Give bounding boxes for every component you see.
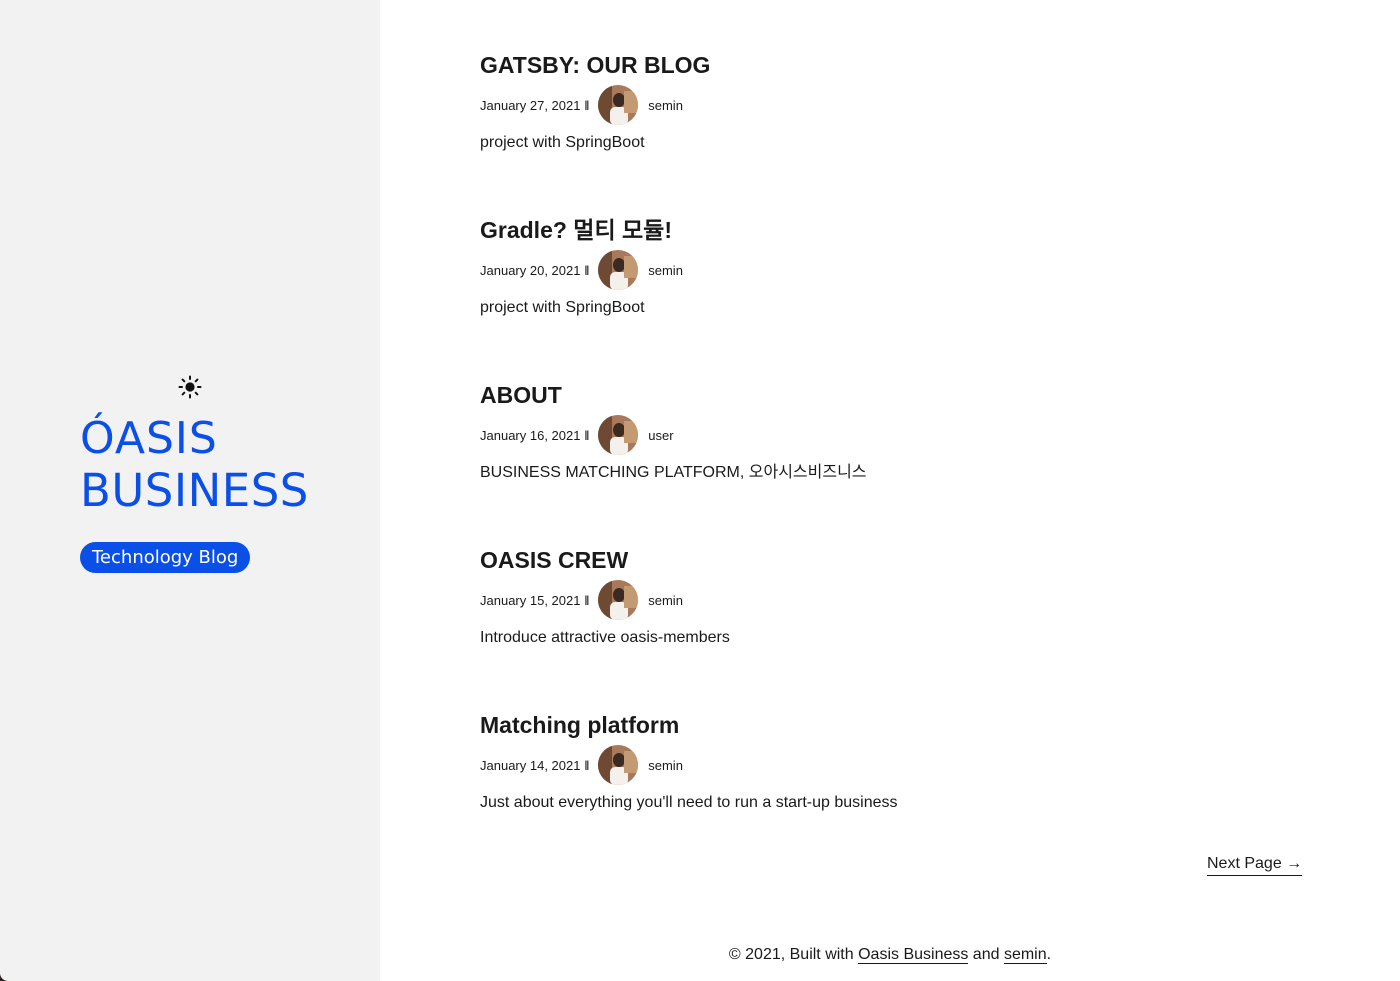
footer-prefix: © 2021, Built with	[728, 946, 859, 963]
post-description: Introduce attractive oasis-members	[480, 629, 730, 646]
post-item: Gradle? 멀티 모듈! January 20, 2021 ll semin…	[480, 215, 1310, 319]
post-item: GATSBY: OUR BLOG January 27, 2021 ll sem…	[480, 50, 1310, 154]
footer-link-oasis-business[interactable]: Oasis Business	[858, 946, 969, 964]
post-description: BUSINESS MATCHING PLATFORM, 오아시스비즈니스	[480, 464, 867, 481]
technology-blog-badge: Technology Blog	[80, 542, 251, 573]
post-author: semin	[648, 262, 683, 278]
post-title[interactable]: GATSBY: OUR BLOG	[480, 50, 1310, 80]
avatar	[598, 250, 639, 290]
meta-separator: ll	[584, 427, 589, 443]
logo-line-oasis: ÓASIS	[80, 413, 218, 464]
avatar	[598, 745, 639, 785]
footer-suffix: .	[1046, 946, 1052, 963]
post-title[interactable]: Gradle? 멀티 모듈!	[480, 215, 1310, 245]
post-meta: January 15, 2021 ll semin	[480, 580, 1310, 620]
page: ÓASIS BUSINESS Technology Blog GATSBY: O…	[0, 0, 1400, 981]
post-author: semin	[648, 592, 683, 608]
post-author: semin	[648, 97, 683, 113]
avatar	[598, 580, 639, 620]
post-description: project with SpringBoot	[480, 299, 645, 316]
post-item: ABOUT January 16, 2021 ll user BUSINESS …	[480, 380, 1310, 484]
logo-line-business: BUSINESS	[80, 464, 309, 517]
avatar	[598, 415, 639, 455]
site-logo[interactable]: ÓASIS BUSINESS	[80, 414, 320, 516]
post-meta: January 27, 2021 ll semin	[480, 85, 1310, 125]
post-author: semin	[648, 757, 683, 773]
post-author: user	[648, 427, 674, 443]
post-description: Just about everything you'll need to run…	[480, 794, 898, 811]
post-title[interactable]: ABOUT	[480, 380, 1310, 410]
post-meta: January 14, 2021 ll semin	[480, 745, 1310, 785]
post-meta: January 16, 2021 ll user	[480, 415, 1310, 455]
post-meta: January 20, 2021 ll semin	[480, 250, 1310, 290]
meta-separator: ll	[584, 592, 589, 608]
post-item: Matching platform January 14, 2021 ll se…	[480, 710, 1310, 814]
sidebar: ÓASIS BUSINESS Technology Blog	[0, 0, 380, 981]
meta-separator: ll	[584, 262, 589, 278]
avatar	[598, 85, 639, 125]
next-page-link[interactable]: Next Page →	[1207, 853, 1303, 876]
post-date: January 16, 2021	[480, 427, 581, 443]
post-date: January 14, 2021	[480, 757, 581, 773]
post-date: January 27, 2021	[480, 97, 581, 113]
post-date: January 20, 2021	[480, 262, 581, 278]
footer-middle: and	[968, 946, 1004, 963]
post-description: project with SpringBoot	[480, 134, 645, 151]
post-item: OASIS CREW January 15, 2021 ll semin Int…	[480, 545, 1310, 649]
window-corner	[0, 973, 8, 981]
footer: © 2021, Built with Oasis Business and se…	[380, 944, 1400, 966]
post-date: January 15, 2021	[480, 592, 581, 608]
footer-link-semin[interactable]: semin	[1003, 946, 1047, 964]
post-title[interactable]: Matching platform	[480, 710, 1310, 740]
meta-separator: ll	[584, 757, 589, 773]
sun-icon[interactable]	[178, 375, 202, 399]
post-title[interactable]: OASIS CREW	[480, 545, 1310, 575]
meta-separator: ll	[584, 97, 589, 113]
